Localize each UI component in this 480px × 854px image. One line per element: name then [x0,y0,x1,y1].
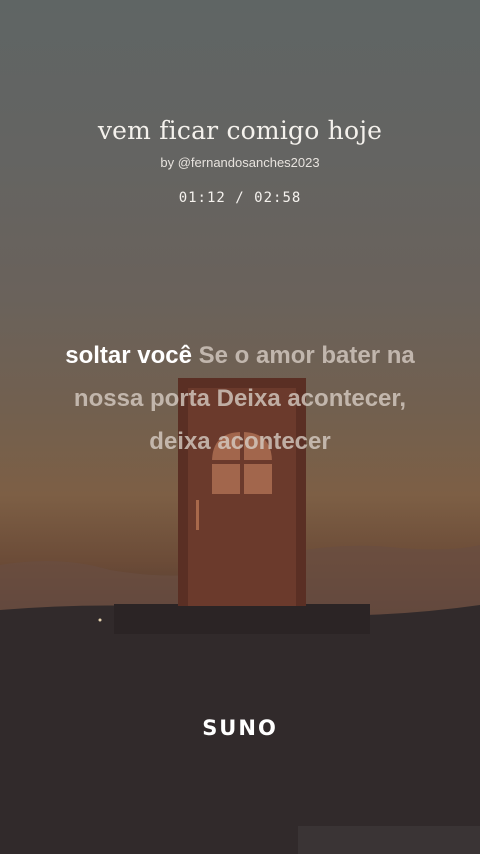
total-duration: 02:58 [254,190,302,206]
lyrics-display: soltar você Se o amor bater na nossa por… [40,334,440,463]
current-time: 01:12 [178,190,226,206]
lyric-sung: soltar você [65,342,192,369]
playback-time: 01:12 / 02:58 [0,190,480,206]
distant-light [98,618,102,622]
foreground-stone [298,826,480,854]
door-handle [196,500,199,530]
lyric-video-screen: vem ficar comigo hoje by @fernandosanche… [0,0,480,854]
suno-logo: SUNO [202,716,278,740]
time-separator: / [235,190,245,206]
song-title: vem ficar comigo hoje [97,116,383,145]
door-platform [114,604,370,634]
song-author: by @fernandosanches2023 [160,155,320,170]
